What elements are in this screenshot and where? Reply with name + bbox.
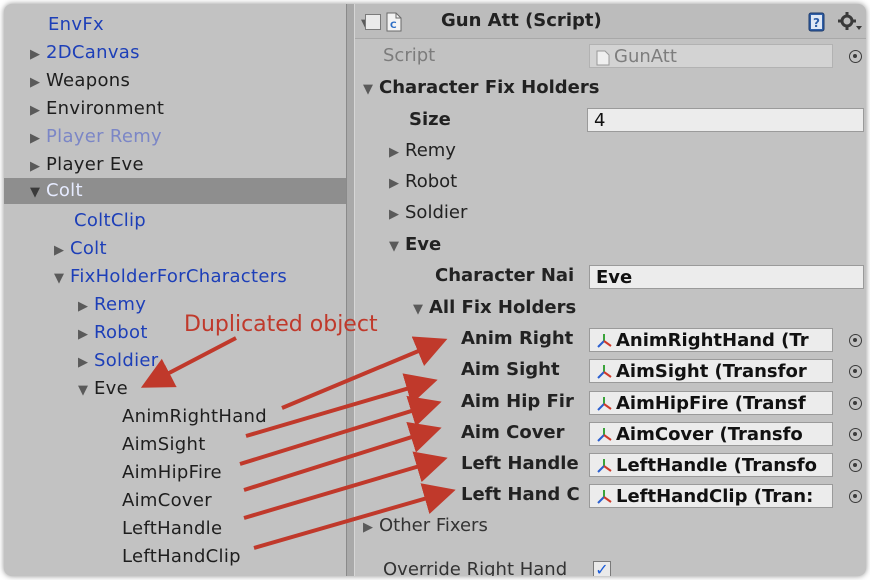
transform-axes-icon: [596, 457, 612, 473]
component-enabled-checkbox[interactable]: [365, 14, 381, 30]
expand-arrow-icon[interactable]: ▶: [30, 70, 44, 96]
hierarchy-item-eve[interactable]: ▼ Eve: [78, 376, 128, 402]
expand-arrow-icon[interactable]: ▶: [78, 322, 92, 348]
override-right-hand-checkbox[interactable]: ✓: [593, 561, 611, 576]
hierarchy-item-fixholderforcharacters[interactable]: ▼ FixHolderForCharacters: [54, 264, 287, 290]
hierarchy-item-animrighthand[interactable]: AnimRightHand: [122, 404, 267, 430]
fix-holder-label-left-hand-clip: Left Hand C: [461, 484, 580, 505]
size-field[interactable]: 4: [587, 108, 864, 132]
fix-holder-field-aim-hip-fire[interactable]: AimHipFire (Transf: [589, 391, 833, 415]
element-soldier-foldout[interactable]: ▶ Soldier: [389, 199, 467, 227]
object-picker-icon[interactable]: [849, 397, 862, 410]
hierarchy-panel: EnvFx ▶ 2DCanvas ▶ Weapons ▶ Environment ▶ P…: [4, 4, 346, 576]
collapse-arrow-icon[interactable]: ▼: [54, 266, 68, 292]
component-header: [355, 4, 866, 39]
fix-holder-field-anim-right[interactable]: AnimRightHand (Tr: [589, 328, 833, 352]
script-file-icon: [596, 49, 610, 66]
expand-arrow-icon: ▶: [389, 145, 399, 160]
expand-arrow-icon: ▶: [363, 520, 373, 535]
fix-holder-label-aim-cover: Aim Cover: [461, 422, 565, 443]
hierarchy-item-envfx[interactable]: EnvFx: [48, 12, 104, 38]
hierarchy-item-soldier[interactable]: ▶ Soldier: [78, 348, 158, 374]
transform-axes-icon: [596, 488, 612, 504]
svg-text:C: C: [390, 21, 397, 31]
fix-holder-label-anim-right: Anim Right: [461, 328, 574, 349]
unity-editor-window: EnvFx ▶ 2DCanvas ▶ Weapons ▶ Environment ▶ P…: [4, 4, 866, 576]
collapse-arrow-icon: ▼: [413, 302, 423, 317]
hierarchy-item-coltclip[interactable]: ColtClip: [74, 208, 146, 234]
hierarchy-item-lefthandclip[interactable]: LeftHandClip: [122, 544, 241, 570]
script-file-icon: C: [385, 12, 403, 32]
object-picker-icon[interactable]: [849, 334, 862, 347]
fix-holder-field-left-hand-clip[interactable]: LeftHandClip (Tran:: [589, 484, 833, 508]
hierarchy-item-player-remy[interactable]: ▶ Player Remy: [30, 124, 162, 150]
transform-axes-icon: [596, 363, 612, 379]
object-picker-icon[interactable]: [849, 365, 862, 378]
expand-arrow-icon[interactable]: ▶: [30, 98, 44, 124]
object-picker-icon[interactable]: [849, 428, 862, 441]
panel-splitter[interactable]: [346, 4, 355, 576]
expand-arrow-icon[interactable]: ▶: [78, 294, 92, 320]
other-fixers-foldout[interactable]: ▶ Other Fixers: [363, 512, 488, 540]
expand-arrow-icon[interactable]: ▶: [30, 126, 44, 152]
expand-arrow-icon: ▶: [389, 176, 399, 191]
transform-axes-icon: [596, 332, 612, 348]
object-picker-icon[interactable]: [849, 490, 862, 503]
component-title: Gun Att (Script): [441, 10, 602, 31]
help-book-icon[interactable]: ?: [807, 12, 827, 32]
hierarchy-item-aimhipfire[interactable]: AimHipFire: [122, 460, 222, 486]
expand-arrow-icon[interactable]: ▶: [54, 238, 68, 264]
fix-holder-label-left-handle: Left Handle: [461, 453, 579, 474]
object-picker-icon[interactable]: [849, 50, 862, 63]
hierarchy-item-weapons[interactable]: ▶ Weapons: [30, 68, 130, 94]
fix-holder-label-aim-sight: Aim Sight: [461, 359, 560, 380]
transform-axes-icon: [596, 426, 612, 442]
override-right-hand-label: Override Right Hand: [383, 559, 568, 576]
expand-arrow-icon: ▶: [389, 207, 399, 222]
hierarchy-item-player-eve[interactable]: ▶ Player Eve: [30, 152, 144, 178]
element-robot-foldout[interactable]: ▶ Robot: [389, 168, 457, 196]
hierarchy-item-environment[interactable]: ▶ Environment: [30, 96, 164, 122]
transform-axes-icon: [596, 395, 612, 411]
expand-arrow-icon[interactable]: ▶: [30, 154, 44, 180]
object-picker-icon[interactable]: [849, 459, 862, 472]
script-label: Script: [383, 45, 436, 66]
size-label: Size: [409, 109, 451, 130]
collapse-arrow-icon: ▼: [389, 239, 399, 254]
fix-holder-label-aim-hip-fire: Aim Hip Fir: [461, 391, 574, 412]
all-fix-holders-foldout[interactable]: ▼ All Fix Holders: [413, 294, 576, 322]
hierarchy-item-aimcover[interactable]: AimCover: [122, 488, 212, 514]
hierarchy-item-colt-child[interactable]: ▶ Colt: [54, 236, 107, 262]
element-eve-foldout[interactable]: ▼ Eve: [389, 231, 441, 259]
expand-arrow-icon[interactable]: ▶: [78, 350, 92, 376]
hierarchy-item-robot[interactable]: ▶ Robot: [78, 320, 148, 346]
fix-holder-field-aim-cover[interactable]: AimCover (Transfo: [589, 422, 833, 446]
inspector-panel: ▼ C Gun Att (Script) ? Script GunAtt ▼Ch…: [355, 4, 866, 576]
element-remy-foldout[interactable]: ▶ Remy: [389, 137, 456, 165]
hierarchy-item-colt-selected[interactable]: ▼ Colt: [4, 178, 346, 204]
collapse-arrow-icon[interactable]: ▼: [78, 378, 92, 404]
svg-text:?: ?: [813, 16, 820, 30]
hierarchy-item-lefthandle[interactable]: LeftHandle: [122, 516, 222, 542]
collapse-arrow-icon[interactable]: ▼: [30, 180, 44, 206]
character-name-field[interactable]: Eve: [589, 265, 864, 289]
expand-arrow-icon[interactable]: ▶: [30, 42, 44, 68]
fix-holder-field-aim-sight[interactable]: AimSight (Transfor: [589, 359, 833, 383]
character-fix-holders-foldout[interactable]: ▼ Character Fix Holders: [363, 74, 599, 102]
hierarchy-item-2dcanvas[interactable]: ▶ 2DCanvas: [30, 40, 140, 66]
fix-holder-field-left-handle[interactable]: LeftHandle (Transfo: [589, 453, 833, 477]
hierarchy-item-aimsight[interactable]: AimSight: [122, 432, 206, 458]
script-field[interactable]: GunAtt: [589, 44, 833, 68]
hierarchy-item-remy[interactable]: ▶ Remy: [78, 292, 146, 318]
duplicated-object-annotation: Duplicated object: [184, 312, 378, 337]
gear-icon[interactable]: [837, 11, 863, 33]
character-name-label: Character Nai: [435, 265, 575, 286]
